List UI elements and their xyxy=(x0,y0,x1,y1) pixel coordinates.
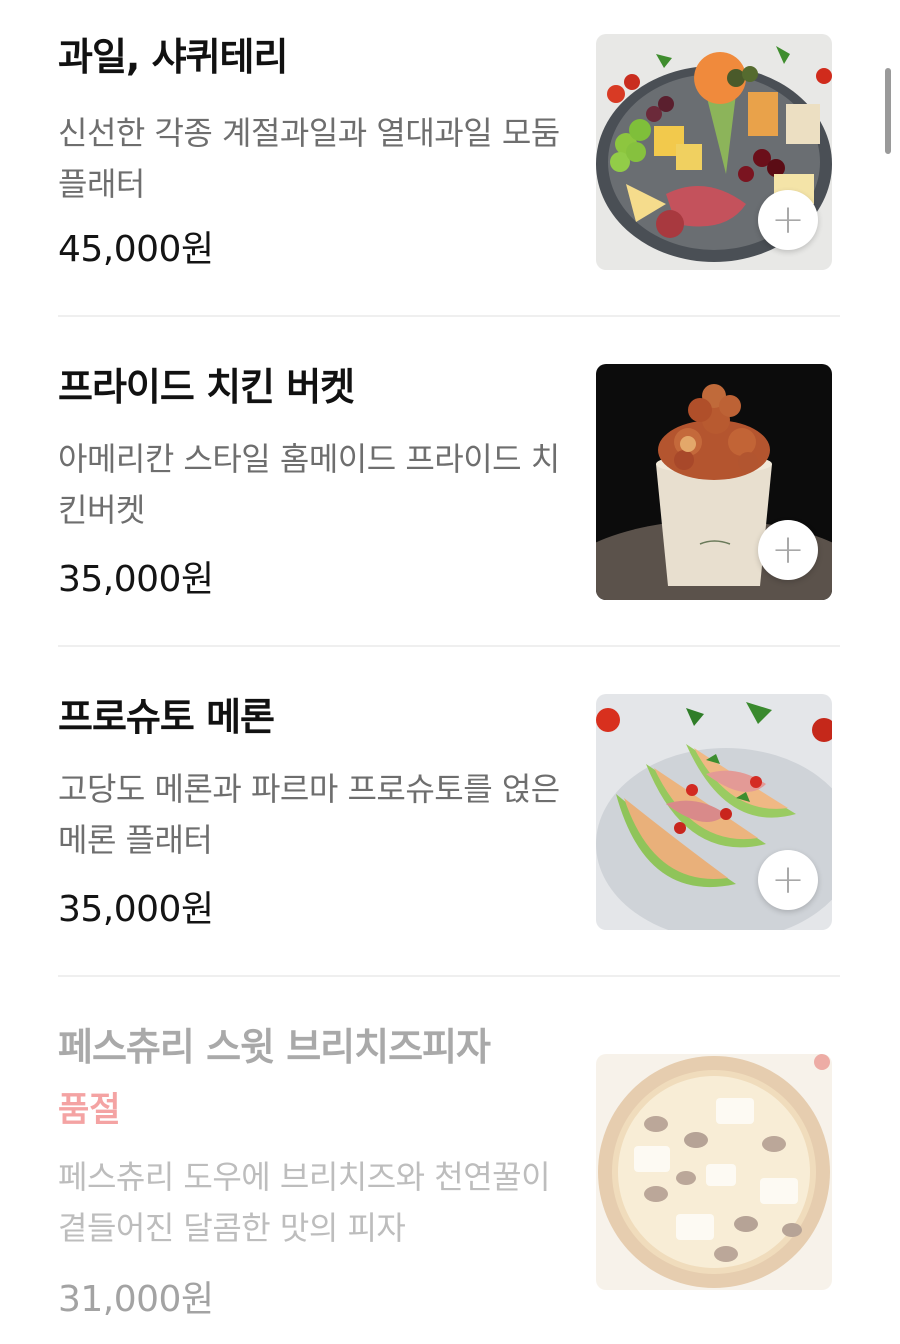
menu-item-title: 페스츄리 스윗 브리치즈피자 xyxy=(58,1025,491,1069)
menu-item-description: 아메리칸 스타일 홈메이드 프라이드 치킨버켓 xyxy=(58,440,560,529)
menu-item-image[interactable]: + xyxy=(596,694,832,930)
menu-item[interactable]: 프로슈토 메론 고당도 메론과 파르마 프로슈토를 얹은 메론 플래터 35,0… xyxy=(58,694,840,934)
menu-item-title: 프라이드 치킨 버켓 xyxy=(58,365,355,409)
menu-item-price: 35,000원 xyxy=(58,559,214,600)
plus-icon: + xyxy=(771,857,805,903)
menu-item-description: 신선한 각종 계절과일과 열대과일 모둠 플래터 xyxy=(58,114,560,203)
divider xyxy=(58,315,840,317)
menu-item[interactable]: 과일, 샤퀴테리 신선한 각종 계절과일과 열대과일 모둠 플래터 45,000… xyxy=(58,34,840,274)
menu-item-image[interactable]: + xyxy=(596,34,832,270)
menu-item-price: 45,000원 xyxy=(58,229,214,270)
brie-pizza-image xyxy=(596,1054,832,1290)
divider xyxy=(58,645,840,647)
menu-item-description: 페스츄리 도우에 브리치즈와 천연꿀이 곁들어진 달콤한 맛의 피자 xyxy=(58,1158,551,1247)
plus-icon: + xyxy=(771,197,805,243)
menu-item-price: 35,000원 xyxy=(58,889,214,930)
menu-item-soldout[interactable]: 페스츄리 스윗 브리치즈피자 품절 페스츄리 도우에 브리치즈와 천연꿀이 곁들… xyxy=(58,1024,840,1334)
scrollbar[interactable] xyxy=(885,68,891,154)
menu-item-price: 31,000원 xyxy=(58,1279,214,1320)
menu-item-title: 과일, 샤퀴테리 xyxy=(58,35,288,79)
divider xyxy=(58,975,840,977)
add-to-cart-button[interactable]: + xyxy=(758,850,818,910)
soldout-badge: 품절 xyxy=(58,1090,121,1130)
menu-item-image[interactable]: + xyxy=(596,364,832,600)
menu-item-title: 프로슈토 메론 xyxy=(58,695,275,739)
menu-item-image xyxy=(596,1054,832,1290)
menu-item-description: 고당도 메론과 파르마 프로슈토를 얹은 메론 플래터 xyxy=(58,770,560,859)
plus-icon: + xyxy=(771,527,805,573)
add-to-cart-button[interactable]: + xyxy=(758,520,818,580)
add-to-cart-button[interactable]: + xyxy=(758,190,818,250)
menu-item[interactable]: 프라이드 치킨 버켓 아메리칸 스타일 홈메이드 프라이드 치킨버켓 35,00… xyxy=(58,364,840,604)
